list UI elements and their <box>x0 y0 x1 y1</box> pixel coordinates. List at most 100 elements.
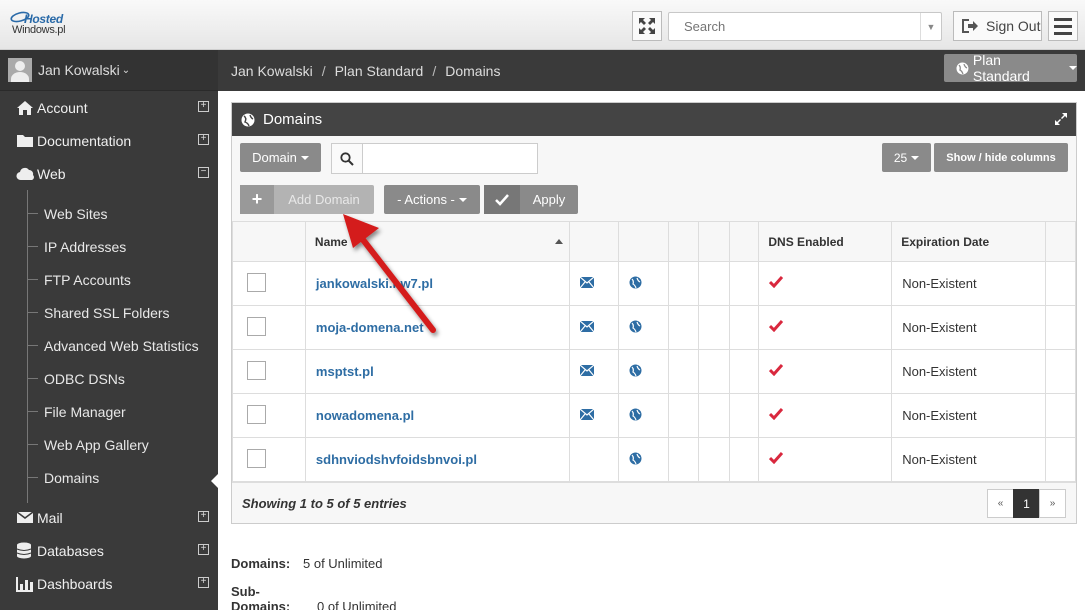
main-menu-button[interactable] <box>1048 11 1078 41</box>
breadcrumb-item-domains: Domains <box>445 63 501 79</box>
fullscreen-button[interactable] <box>632 11 662 41</box>
sidebar-item-web[interactable]: Web − <box>0 157 218 190</box>
user-menu[interactable]: Jan Kowalski ⌄ <box>0 50 218 91</box>
table-row: nowadomena.pl Non-Existent <box>232 393 1077 438</box>
globe-icon <box>956 62 969 74</box>
domain-link[interactable]: nowadomena.pl <box>316 408 414 423</box>
show-hide-columns-button[interactable]: Show / hide columns <box>934 143 1068 172</box>
expiration-cell: Non-Existent <box>891 393 1046 438</box>
globe-cell <box>617 393 669 438</box>
folder-icon <box>16 133 36 148</box>
expand-plus-icon[interactable]: + <box>198 511 209 522</box>
pagination-page[interactable]: 1 <box>1013 489 1040 518</box>
sidebar-sub-file-manager[interactable]: File Manager <box>28 395 218 428</box>
empty-cell <box>729 305 760 350</box>
row-checkbox[interactable] <box>247 404 266 424</box>
breadcrumb-item-plan[interactable]: Plan Standard <box>335 63 424 79</box>
annotation-arrow-icon <box>343 214 436 333</box>
expand-plus-icon[interactable]: + <box>198 134 209 145</box>
empty-cell <box>1044 305 1077 350</box>
domain-name-cell: sdhnviodshvfoidsbnvoi.pl <box>304 437 570 482</box>
row-select-cell <box>232 393 306 438</box>
globe-icon[interactable] <box>629 364 642 380</box>
row-checkbox[interactable] <box>247 360 266 380</box>
sidebar-item-label: Documentation <box>37 132 132 149</box>
globe-cell <box>617 261 669 306</box>
row-select-cell <box>232 305 306 350</box>
check-icon <box>769 276 784 291</box>
pagination-prev[interactable]: « <box>987 489 1014 518</box>
search-dropdown-toggle[interactable]: ▼ <box>920 13 941 40</box>
sidebar-sub-ftp-accounts[interactable]: FTP Accounts <box>28 263 218 296</box>
envelope-icon[interactable] <box>579 276 595 291</box>
dns-enabled-cell <box>758 349 893 394</box>
envelope-icon[interactable] <box>579 408 595 423</box>
subdomains-quota-value: 0 of Unlimited <box>317 599 397 610</box>
sidebar-item-account[interactable]: Account + <box>0 91 218 124</box>
sign-out-label: Sign Out <box>986 18 1041 34</box>
sidebar: Jan Kowalski ⌄ Account + Documentation +… <box>0 50 219 610</box>
sidebar-item-mail[interactable]: Mail + <box>0 501 218 534</box>
empty-cell <box>729 437 760 482</box>
domain-filter-dropdown[interactable]: Domain <box>240 143 321 172</box>
mail-cell <box>568 261 619 306</box>
apply-button[interactable]: Apply <box>484 185 578 214</box>
globe-icon[interactable] <box>629 452 642 468</box>
empty-cell <box>729 349 760 394</box>
breadcrumb-item-user[interactable]: Jan Kowalski <box>231 63 313 79</box>
plan-switch-button[interactable]: Plan Standard <box>944 52 1077 84</box>
sidebar-sub-odbc[interactable]: ODBC DSNs <box>28 362 218 395</box>
sidebar-sub-web-stats[interactable]: Advanced Web Statistics <box>28 329 218 362</box>
envelope-icon[interactable] <box>579 364 595 379</box>
expand-plus-icon[interactable]: + <box>198 544 209 555</box>
checkmark-icon <box>484 185 520 214</box>
sidebar-sub-ip-addresses[interactable]: IP Addresses <box>28 230 218 263</box>
breadcrumb-separator: / <box>321 63 326 79</box>
sidebar-item-dashboards[interactable]: Dashboards + <box>0 567 218 600</box>
expiration-cell: Non-Existent <box>891 261 1046 306</box>
empty-cell <box>1044 393 1077 438</box>
globe-icon[interactable] <box>629 276 642 292</box>
expand-plus-icon[interactable]: + <box>198 577 209 588</box>
sidebar-sub-shared-ssl[interactable]: Shared SSL Folders <box>28 296 218 329</box>
domain-name-cell: msptst.pl <box>304 349 570 394</box>
expand-plus-icon[interactable]: + <box>198 101 209 112</box>
logo[interactable]: Hosted Windows.pl <box>10 10 80 40</box>
sidebar-item-documentation[interactable]: Documentation + <box>0 124 218 157</box>
sign-out-button[interactable]: Sign Out <box>953 11 1042 41</box>
table-search-input[interactable] <box>364 144 536 173</box>
globe-icon[interactable] <box>629 408 642 424</box>
pagination-next[interactable]: » <box>1039 489 1066 518</box>
globe-icon <box>241 113 255 126</box>
envelope-icon[interactable] <box>579 320 595 335</box>
row-checkbox[interactable] <box>247 272 266 292</box>
panel-fullscreen-icon[interactable] <box>1054 112 1068 130</box>
chevron-down-icon: ▼ <box>926 21 936 32</box>
domain-link[interactable]: msptst.pl <box>316 364 374 379</box>
search-icon <box>332 144 363 173</box>
globe-cell <box>617 349 669 394</box>
sidebar-item-databases[interactable]: Databases + <box>0 534 218 567</box>
page-size-dropdown[interactable]: 25 <box>882 143 931 172</box>
collapse-minus-icon[interactable]: − <box>198 167 209 178</box>
table-row: sdhnviodshvfoidsbnvoi.pl Non-Existent <box>232 437 1077 482</box>
dns-column-header[interactable]: DNS Enabled <box>758 221 893 262</box>
mail-column-header <box>568 221 619 262</box>
row-checkbox[interactable] <box>247 448 266 468</box>
expiration-column-header[interactable]: Expiration Date <box>891 221 1046 262</box>
expand-arrows-icon <box>639 18 655 34</box>
sidebar-sub-domains[interactable]: Domains <box>28 461 218 494</box>
row-select-cell <box>232 437 306 482</box>
domain-link[interactable]: sdhnviodshvfoidsbnvoi.pl <box>316 452 477 467</box>
globe-icon[interactable] <box>629 320 642 336</box>
globe-cell <box>617 437 669 482</box>
sidebar-sub-web-app-gallery[interactable]: Web App Gallery <box>28 428 218 461</box>
sidebar-sub-web-sites[interactable]: Web Sites <box>28 197 218 230</box>
global-search-input[interactable] <box>669 13 919 40</box>
expiration-cell: Non-Existent <box>891 349 1046 394</box>
empty-cell <box>697 261 731 306</box>
empty-cell <box>697 437 731 482</box>
row-checkbox[interactable] <box>247 316 266 336</box>
column-label: Expiration Date <box>901 234 990 249</box>
column-label: DNS Enabled <box>768 234 844 249</box>
